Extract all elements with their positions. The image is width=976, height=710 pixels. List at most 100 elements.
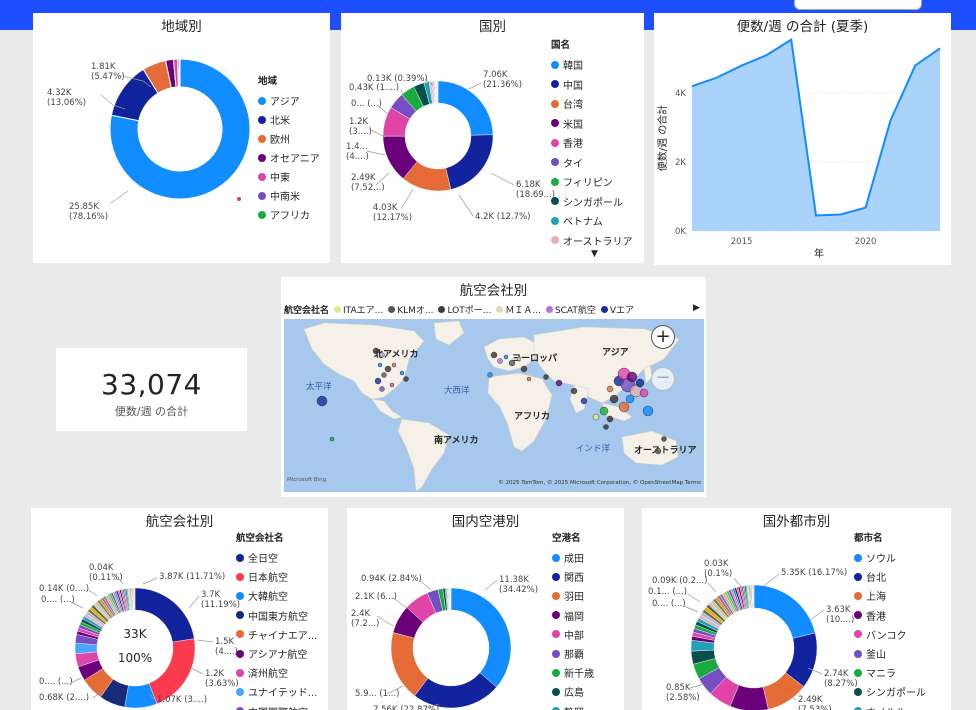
legend-item-3[interactable]: 香港 <box>854 606 926 625</box>
donut-slice-0[interactable] <box>450 587 512 688</box>
legend-next-icon[interactable]: ▶ <box>693 303 700 313</box>
legend-item-1[interactable]: 関西 <box>552 567 594 586</box>
map-legend-item-0[interactable]: ITAエア... <box>334 303 383 316</box>
legend-item-2[interactable]: 上海 <box>854 586 926 605</box>
map-bubble[interactable] <box>379 352 385 358</box>
map-bubble[interactable] <box>329 436 335 442</box>
legend-item-6[interactable]: マニラ <box>854 663 926 682</box>
map-bubble[interactable] <box>377 362 383 368</box>
map-bubble[interactable] <box>635 378 645 388</box>
legend-more-arrow-icon[interactable]: ▼ <box>591 249 598 259</box>
map-legend-item-2[interactable]: LOTポー... <box>438 303 491 316</box>
legend-item-2[interactable]: 大韓航空 <box>236 586 317 605</box>
legend-item-7[interactable]: 広島 <box>552 682 594 701</box>
map-bubble[interactable] <box>626 371 638 383</box>
legend-item-6[interactable]: アフリカ <box>258 205 320 224</box>
legend-item-7[interactable]: シンガポール <box>551 192 633 212</box>
map-bubble[interactable] <box>603 424 609 430</box>
map-bubble[interactable] <box>599 406 609 416</box>
map-bubble[interactable] <box>639 388 649 398</box>
map-bubble[interactable] <box>379 386 385 392</box>
map-bubble[interactable] <box>661 436 667 442</box>
legend-item-9[interactable]: オーストラリア <box>551 231 633 251</box>
map-bubble[interactable] <box>384 365 392 373</box>
legend-item-3[interactable]: 中国東方航空 <box>236 606 317 625</box>
map-bubble[interactable] <box>381 372 387 378</box>
map-legend-item-3[interactable]: ＭＩＡ... <box>496 303 541 316</box>
map-legend-item-5[interactable]: Vエア <box>600 303 634 316</box>
map-bubble[interactable] <box>372 347 380 355</box>
map-bubble[interactable] <box>570 387 578 395</box>
donut-slice-1[interactable] <box>445 134 494 190</box>
legend-item-4[interactable]: 中部 <box>552 625 594 644</box>
legend-item-4[interactable]: 香港 <box>551 133 633 153</box>
world-map[interactable]: 北アメリカ ヨーロッパ アジア 太平洋 大西洋 アフリカ 南アメリカ インド洋 オーストラリア … <box>284 319 704 492</box>
legend-item-3[interactable]: オセアニア <box>258 148 320 167</box>
map-bubble[interactable] <box>526 376 532 382</box>
legend-item-3[interactable]: 米国 <box>551 114 633 134</box>
legend-item-5[interactable]: 釜山 <box>854 644 926 663</box>
map-bubble[interactable] <box>543 374 549 380</box>
legend-item-1[interactable]: 中国 <box>551 75 633 95</box>
legend-item-6[interactable]: フィリピン <box>551 172 633 192</box>
legend-item-2[interactable]: 欧州 <box>258 129 320 148</box>
map-bubble[interactable] <box>606 385 614 393</box>
map-bubble[interactable] <box>592 413 600 421</box>
legend-item-2[interactable]: 台湾 <box>551 94 633 114</box>
map-bubble[interactable] <box>497 358 503 364</box>
map-bubble[interactable] <box>399 370 405 376</box>
zoom-out-icon[interactable]: − <box>651 367 675 391</box>
legend-item-0[interactable]: 全日空 <box>236 548 317 567</box>
legend-item-1[interactable]: 台北 <box>854 567 926 586</box>
top-button[interactable] <box>794 0 922 10</box>
donut-slice-0[interactable] <box>753 584 816 639</box>
map-bubble[interactable] <box>642 405 654 417</box>
map-bubble[interactable] <box>403 376 409 382</box>
donut-slice-6[interactable] <box>178 58 181 88</box>
legend-item-5[interactable]: タイ <box>551 153 633 173</box>
map-bubble[interactable] <box>580 397 588 405</box>
legend-item-2[interactable]: 羽田 <box>552 586 594 605</box>
map-bubble[interactable] <box>516 356 522 362</box>
map-legend-item-4[interactable]: SCAT航空 <box>545 303 596 316</box>
legend-item-0[interactable]: アジア <box>258 91 320 110</box>
map-bubble[interactable] <box>618 401 630 413</box>
map-bubble[interactable] <box>520 365 528 373</box>
legend-item-3[interactable]: 福岡 <box>552 606 594 625</box>
map-bubble[interactable] <box>609 394 619 404</box>
map-bubble[interactable] <box>389 382 395 388</box>
map-bubble[interactable] <box>316 395 328 407</box>
map-bubble[interactable] <box>654 447 662 455</box>
legend-item-4[interactable]: 中東 <box>258 167 320 186</box>
map-bubble[interactable] <box>503 354 509 360</box>
map-legend-item-1[interactable]: KLMオ... <box>388 303 433 316</box>
legend-item-8[interactable]: 中国国際航空 <box>236 702 317 710</box>
legend-item-8[interactable]: 静岡 <box>552 702 594 710</box>
legend-item-6[interactable]: 済州航空 <box>236 663 317 682</box>
map-bubble[interactable] <box>555 379 563 387</box>
legend-item-5[interactable]: 中南米 <box>258 186 320 205</box>
legend-item-6[interactable]: 新千歳 <box>552 663 594 682</box>
legend-item-8[interactable]: ベトナム <box>551 211 633 231</box>
map-bubble[interactable] <box>625 394 635 404</box>
map-bubble[interactable] <box>508 359 516 367</box>
map-bubble[interactable] <box>374 377 382 385</box>
map-bubble[interactable] <box>391 362 397 368</box>
legend-item-4[interactable]: バンコク <box>854 625 926 644</box>
map-bubble[interactable] <box>606 415 614 423</box>
map-bubble[interactable] <box>490 351 498 359</box>
legend-item-0[interactable]: 韓国 <box>551 55 633 75</box>
legend-item-8[interactable]: ホノルル <box>854 702 926 710</box>
trend-area-chart[interactable]: 4K 2K 0K 2015 2020 年 便数/週 の合計 <box>654 13 951 265</box>
legend-item-0[interactable]: 成田 <box>552 548 594 567</box>
legend-item-7[interactable]: ユナイテッド... <box>236 682 317 701</box>
legend-item-0[interactable]: ソウル <box>854 548 926 567</box>
map-bubble[interactable] <box>487 372 493 378</box>
legend-item-5[interactable]: アシアナ航空 <box>236 644 317 663</box>
legend-item-7[interactable]: シンガポール <box>854 682 926 701</box>
zoom-in-icon[interactable]: + <box>651 325 675 349</box>
donut-slice-48[interactable] <box>134 587 136 611</box>
legend-item-1[interactable]: 北米 <box>258 110 320 129</box>
legend-item-1[interactable]: 日本航空 <box>236 567 317 586</box>
legend-item-4[interactable]: チャイナエア... <box>236 625 317 644</box>
